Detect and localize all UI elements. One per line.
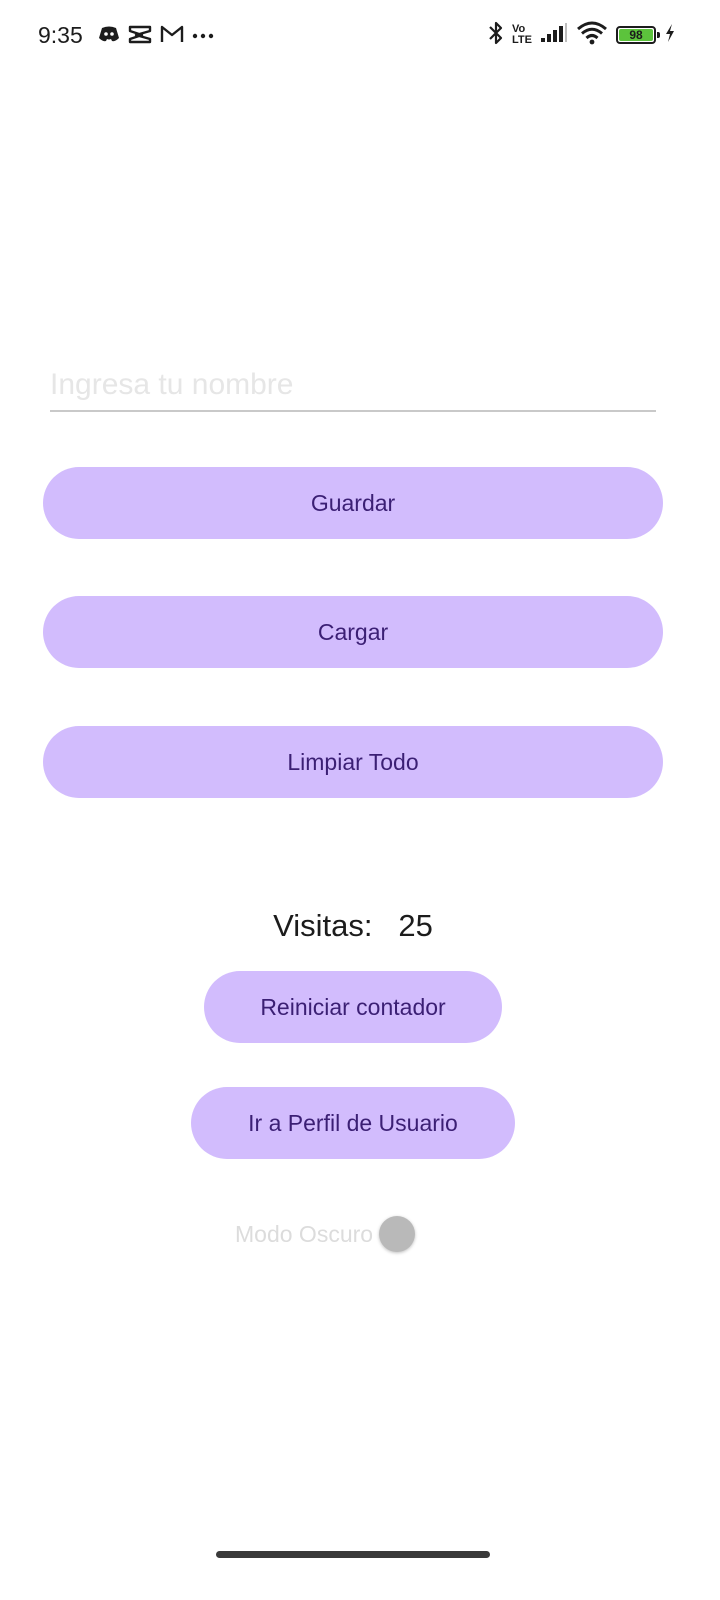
- load-button[interactable]: Cargar: [43, 596, 663, 668]
- wifi-icon: [576, 21, 608, 50]
- visit-counter-label: Visitas:: [273, 908, 373, 943]
- name-input[interactable]: [50, 360, 656, 412]
- home-indicator[interactable]: [216, 1551, 490, 1558]
- battery-cap: [657, 32, 660, 38]
- gmail-icon: [160, 25, 184, 48]
- visit-counter: Visitas: 25: [0, 908, 706, 944]
- volte-bottom-text: LTE: [512, 34, 532, 46]
- volte-icon: Vo LTE: [512, 24, 532, 46]
- charging-icon: [664, 23, 676, 48]
- discord-icon: [98, 25, 120, 48]
- battery-icon: 98: [616, 26, 660, 44]
- status-time: 9:35: [38, 22, 83, 48]
- signal-icon: [540, 22, 568, 48]
- reset-counter-button[interactable]: Reiniciar contador: [204, 971, 502, 1043]
- user-profile-button[interactable]: Ir a Perfil de Usuario: [191, 1087, 515, 1159]
- notification-icons: [98, 22, 214, 50]
- status-bar: 9:35 Vo LTE 98: [0, 0, 720, 72]
- dark-mode-switch[interactable]: Modo Oscuro: [235, 1213, 416, 1255]
- more-dots-icon: [192, 27, 214, 45]
- app-screen: 9:35 Vo LTE 98 Ingresa tu nombre Guardar…: [0, 0, 720, 1600]
- visit-counter-value: 25: [398, 908, 433, 943]
- dark-mode-toggle-thumb[interactable]: [379, 1216, 416, 1252]
- clear-all-button[interactable]: Limpiar Todo: [43, 726, 663, 798]
- bluetooth-icon: [488, 20, 504, 51]
- save-button[interactable]: Guardar: [43, 467, 663, 539]
- system-icons: Vo LTE 98: [488, 18, 676, 52]
- visit-counter-spacer: [381, 908, 390, 943]
- battery-level: 98: [619, 28, 653, 42]
- capcut-icon: [128, 24, 152, 49]
- dark-mode-label: Modo Oscuro: [235, 1220, 374, 1247]
